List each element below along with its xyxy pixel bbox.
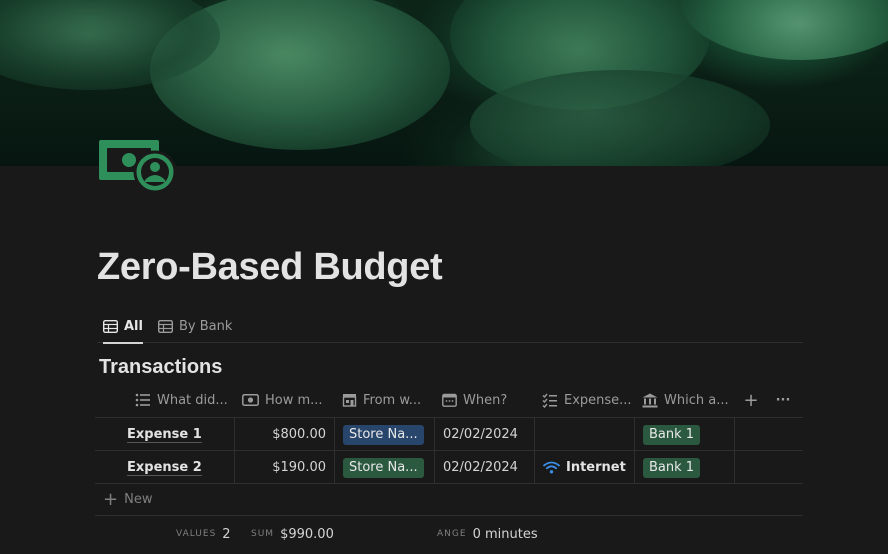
relation-label: Internet: [566, 460, 626, 475]
cell-account[interactable]: Bank 1: [635, 451, 735, 484]
calc-value: 0 minutes: [472, 526, 538, 542]
wifi-icon: [543, 461, 560, 474]
row-title: Expense 2: [127, 459, 202, 476]
money-icon[interactable]: [97, 136, 177, 194]
coin-shape: [680, 0, 888, 60]
new-row-button[interactable]: + New: [95, 484, 803, 516]
account-tag: Bank 1: [643, 457, 701, 478]
column-header-account[interactable]: Which a...: [642, 383, 742, 417]
table-header: What did... How m... From w... When? Exp…: [95, 383, 803, 418]
calendar-icon: [442, 393, 457, 407]
column-label: What did...: [157, 392, 228, 408]
column-label: Expense...: [564, 392, 632, 408]
table-row[interactable]: Expense 1 $800.00 Store Na... 02/02/2024…: [95, 418, 803, 451]
store-tag: Store Na...: [343, 457, 424, 478]
column-header-expense[interactable]: Expense...: [542, 383, 642, 417]
tab-label: All: [124, 318, 143, 334]
list-icon: [135, 393, 150, 407]
cell-when[interactable]: 02/02/2024: [435, 451, 535, 484]
column-label: When?: [463, 392, 508, 408]
calculation-range[interactable]: ANGE 0 minutes: [437, 516, 538, 552]
checklist-icon: [542, 393, 557, 408]
add-column-button[interactable]: +: [742, 383, 760, 417]
calc-value: $990.00: [280, 526, 334, 542]
cell-account[interactable]: Bank 1: [635, 418, 735, 451]
more-options-button[interactable]: ···: [773, 383, 793, 417]
column-label: Which a...: [664, 392, 729, 408]
database-title[interactable]: Transactions: [99, 356, 222, 379]
tab-label: By Bank: [179, 318, 233, 334]
column-label: How m...: [265, 392, 323, 408]
view-tabs: All By Bank: [97, 310, 803, 344]
cell-amount[interactable]: $800.00: [235, 418, 335, 451]
cell-store[interactable]: Store Na...: [335, 451, 435, 484]
store-tag: Store Na...: [343, 424, 424, 445]
tab-all[interactable]: All: [103, 310, 143, 344]
calc-label: SUM: [251, 529, 275, 539]
cell-store[interactable]: Store Na...: [335, 418, 435, 451]
plus-icon: +: [103, 488, 119, 510]
calc-value: 2: [222, 526, 231, 542]
calc-label: VALUES: [176, 529, 217, 539]
table-icon: [158, 319, 173, 333]
calc-label: ANGE: [437, 529, 467, 539]
page-title[interactable]: Zero-Based Budget: [97, 246, 443, 289]
account-tag: Bank 1: [643, 424, 701, 445]
column-header-when[interactable]: When?: [442, 383, 542, 417]
column-header-amount[interactable]: How m...: [242, 383, 342, 417]
cell-name[interactable]: Expense 2: [95, 451, 235, 484]
calculation-count-values[interactable]: VALUES 2: [176, 516, 231, 552]
money-icon: [242, 394, 259, 406]
table-row[interactable]: Expense 2 $190.00 Store Na... 02/02/2024…: [95, 451, 803, 484]
expense-relation[interactable]: Internet: [543, 460, 626, 475]
column-header-store[interactable]: From w...: [342, 383, 442, 417]
cell-name[interactable]: Expense 1: [95, 418, 235, 451]
cell-when[interactable]: 02/02/2024: [435, 418, 535, 451]
new-label: New: [124, 492, 153, 507]
cell-expense[interactable]: [535, 418, 635, 451]
row-title: Expense 1: [127, 426, 202, 443]
tab-by-bank[interactable]: By Bank: [158, 310, 232, 342]
column-header-what[interactable]: What did...: [135, 383, 235, 417]
coin-shape: [470, 70, 770, 166]
cell-amount[interactable]: $190.00: [235, 451, 335, 484]
column-label: From w...: [363, 392, 422, 408]
store-icon: [342, 394, 357, 407]
cell-expense[interactable]: Internet: [535, 451, 635, 484]
bank-icon: [642, 393, 658, 407]
calculation-sum[interactable]: SUM $990.00: [251, 516, 334, 552]
table-icon: [103, 319, 118, 333]
